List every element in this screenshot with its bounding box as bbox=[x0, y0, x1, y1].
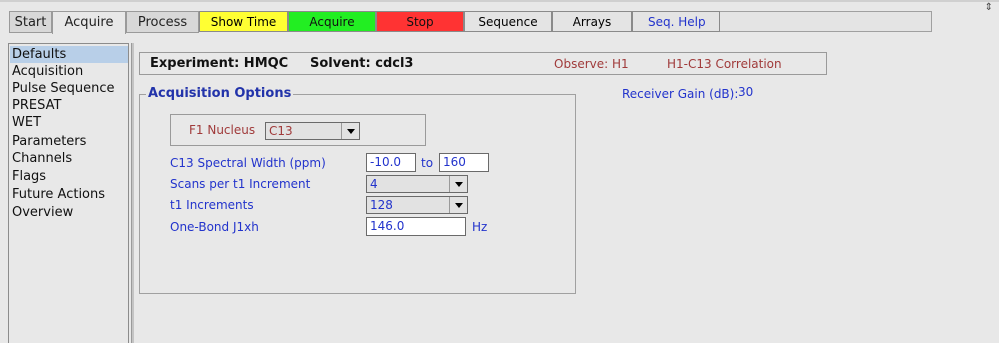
toolbar-spacer bbox=[720, 11, 932, 32]
correlation-label: H1-C13 Correlation bbox=[667, 57, 782, 71]
top-divider bbox=[0, 0, 999, 2]
solvent-name: Solvent: cdcl3 bbox=[310, 56, 414, 71]
sidebar-item-parameters[interactable]: Parameters bbox=[12, 133, 86, 150]
sidebar-item-defaults[interactable]: Defaults bbox=[10, 46, 128, 63]
f1-nucleus-value: C13 bbox=[269, 124, 293, 138]
show-time-button[interactable]: Show Time bbox=[199, 11, 288, 32]
experiment-name: Experiment: HMQC bbox=[150, 56, 289, 71]
sidebar-item-presat[interactable]: PRESAT bbox=[12, 97, 61, 114]
experiment-header: Experiment: HMQC Solvent: cdcl3 Observe:… bbox=[139, 52, 827, 75]
sequence-button[interactable]: Sequence bbox=[464, 11, 552, 32]
receiver-gain-label: Receiver Gain (dB): bbox=[622, 87, 739, 101]
stop-button[interactable]: Stop bbox=[376, 11, 464, 32]
scans-per-increment-value: 4 bbox=[370, 177, 378, 191]
t1-increments-label: t1 Increments bbox=[170, 198, 254, 212]
observe-nucleus: Observe: H1 bbox=[554, 57, 629, 71]
tab-acquire[interactable]: Acquire bbox=[52, 11, 126, 34]
chevron-down-icon bbox=[341, 123, 359, 139]
sidebar-item-future-actions[interactable]: Future Actions bbox=[12, 186, 105, 203]
spectral-width-label: C13 Spectral Width (ppm) bbox=[170, 156, 326, 170]
acquire-button[interactable]: Acquire bbox=[288, 11, 376, 32]
acquisition-options-title: Acquisition Options bbox=[146, 86, 294, 101]
tab-process[interactable]: Process bbox=[126, 11, 199, 33]
j1xh-unit: Hz bbox=[472, 220, 488, 234]
t1-increments-select[interactable]: 128 bbox=[366, 196, 468, 214]
t1-increments-value: 128 bbox=[370, 198, 393, 212]
chevron-down-icon bbox=[449, 197, 467, 213]
scans-per-increment-label: Scans per t1 Increment bbox=[170, 177, 311, 191]
sidebar-item-flags[interactable]: Flags bbox=[12, 168, 46, 185]
sidebar: Defaults Acquisition Pulse Sequence PRES… bbox=[8, 43, 129, 343]
seq-help-button[interactable]: Seq. Help bbox=[632, 11, 720, 32]
sidebar-item-wet[interactable]: WET bbox=[12, 114, 41, 131]
chevron-down-icon bbox=[449, 176, 467, 192]
sidebar-item-overview[interactable]: Overview bbox=[12, 204, 73, 221]
j1xh-label: One-Bond J1xh bbox=[170, 220, 259, 234]
tab-start[interactable]: Start bbox=[9, 11, 52, 33]
spectral-width-from-input[interactable]: -10.0 bbox=[366, 153, 416, 172]
sidebar-item-acquisition[interactable]: Acquisition bbox=[12, 63, 83, 80]
receiver-gain-value[interactable]: 30 bbox=[738, 85, 753, 99]
f1-nucleus-label: F1 Nucleus bbox=[189, 123, 256, 137]
spectral-width-to-label: to bbox=[421, 156, 434, 170]
spectral-width-to-input[interactable]: 160 bbox=[439, 153, 489, 172]
resize-grip-icon[interactable]: ⇕ bbox=[985, 2, 993, 13]
f1-nucleus-select[interactable]: C13 bbox=[265, 122, 360, 140]
sidebar-item-pulse-sequence[interactable]: Pulse Sequence bbox=[12, 80, 115, 97]
arrays-button[interactable]: Arrays bbox=[552, 11, 632, 32]
j1xh-input[interactable]: 146.0 bbox=[366, 217, 466, 236]
sidebar-item-channels[interactable]: Channels bbox=[12, 150, 72, 167]
scans-per-increment-select[interactable]: 4 bbox=[366, 175, 468, 193]
